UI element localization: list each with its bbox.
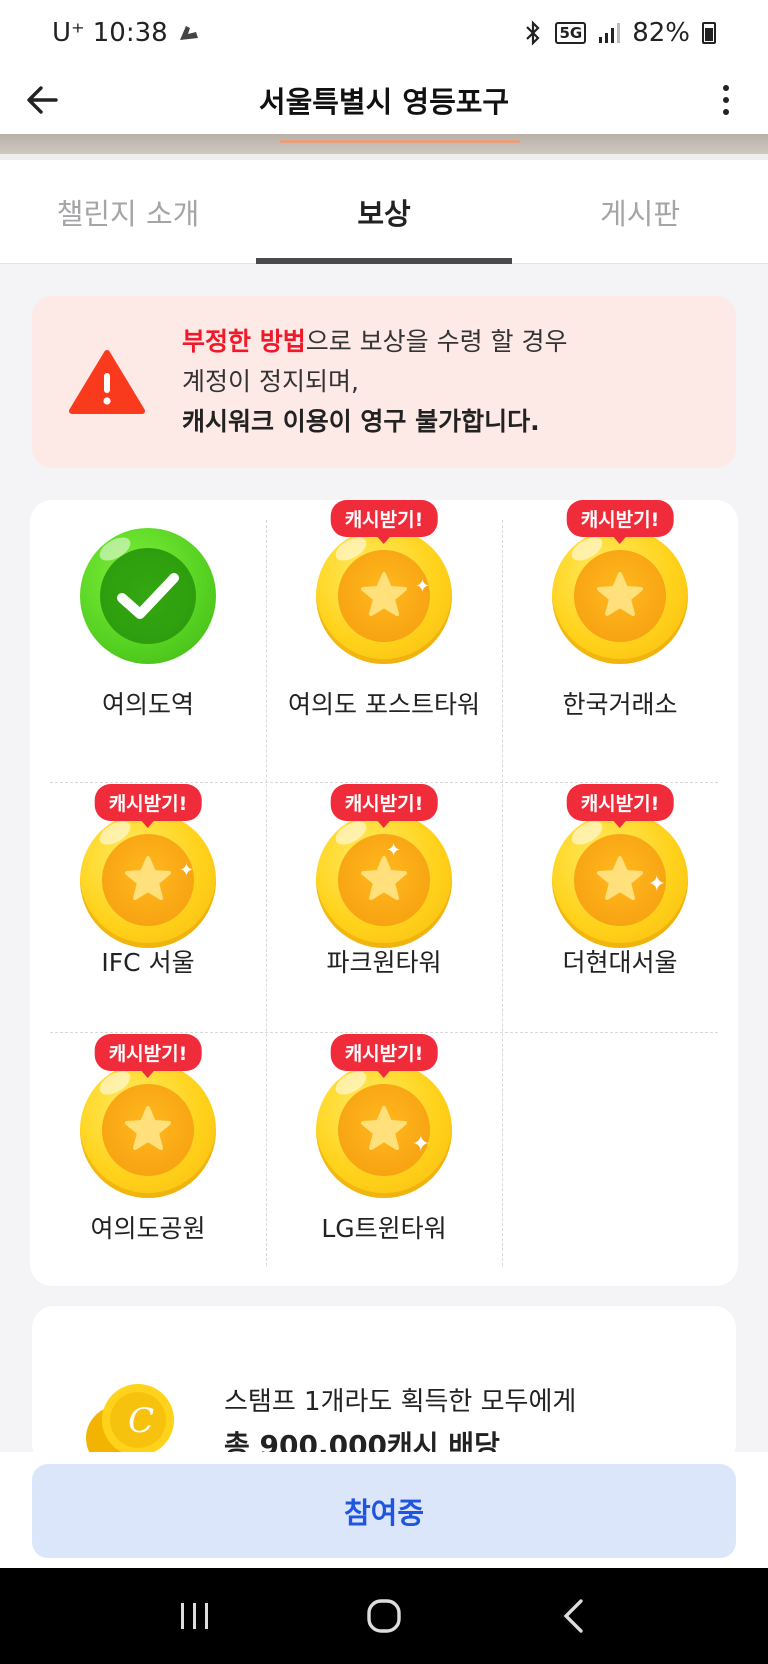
more-options-button[interactable]: [684, 66, 768, 134]
tab-bar: 챌린지 소개 보상 게시판: [0, 160, 768, 264]
home-button[interactable]: [354, 1586, 414, 1646]
star-coin-icon: ✦: [316, 1062, 452, 1198]
page-title: 서울특별시 영등포구: [258, 85, 510, 119]
sparkle-icon: ✦: [178, 860, 194, 881]
warning-line2: 계정이 정지되며,: [182, 367, 359, 396]
warning-banner: 부정한 방법으로 보상을 수령 할 경우 계정이 정지되며, 캐시워크 이용이 …: [32, 296, 736, 468]
recent-apps-icon: [180, 1603, 208, 1629]
bonus-line1: 스탬프 1개라도 획득한 모두에게: [224, 1387, 577, 1417]
stamp-label: LG트윈타워: [321, 1214, 447, 1243]
sparkle-icon: ✦: [414, 576, 430, 597]
warning-highlight: 부정한 방법: [182, 327, 306, 356]
star-coin-icon: ✦: [552, 812, 688, 948]
warning-text: 부정한 방법으로 보상을 수령 할 경우 계정이 정지되며, 캐시워크 이용이 …: [182, 322, 568, 442]
stamp-item[interactable]: 캐시받기! ✦ 더현대서울: [502, 784, 738, 1046]
system-nav-bar: [0, 1568, 768, 1664]
sparkle-icon: ✦: [647, 872, 666, 897]
status-bar: U⁺ 10:38 5G 82%: [0, 0, 768, 66]
status-right: 5G 82%: [523, 18, 716, 48]
clock: 10:38: [92, 18, 168, 48]
sparkle-icon: ✦: [386, 840, 402, 861]
star-coin-icon: ✦: [316, 528, 452, 664]
sparkle-icon: ✦: [411, 1132, 430, 1157]
cash-badge: 캐시받기!: [94, 784, 202, 828]
stamp-label: 한국거래소: [562, 690, 678, 719]
stamp-label: 여의도 포스트타워: [288, 690, 480, 719]
running-shoe-icon: [179, 26, 198, 40]
bonus-card: C 스탬프 1개라도 획득한 모두에게 총 900,000캐시 배당: [32, 1306, 736, 1466]
tab-board[interactable]: 게시판: [512, 160, 768, 263]
bottom-action-area: 참여중: [0, 1452, 768, 1568]
back-arrow-icon: [27, 86, 58, 114]
stamp-grid: 여의도역 캐시받기! ✦ 여의도 포스트타워 캐시받기! 한국거래소 캐시받기!…: [30, 500, 738, 1286]
participating-button[interactable]: 참여중: [32, 1464, 736, 1558]
cash-badge: 캐시받기!: [566, 500, 674, 544]
stamp-item[interactable]: 캐시받기! ✦ IFC 서울: [30, 784, 266, 1046]
stamp-item[interactable]: 캐시받기! 여의도공원: [30, 1034, 266, 1296]
stamp-item[interactable]: 여의도역: [30, 500, 266, 762]
network-type: 5G: [555, 22, 587, 44]
warning-line3: 캐시워크 이용이 영구 불가합니다.: [182, 407, 540, 436]
map-preview: [0, 134, 768, 160]
cash-badge: 캐시받기!: [330, 500, 438, 544]
back-button[interactable]: [0, 66, 84, 134]
star-coin-icon: ✦: [80, 812, 216, 948]
cash-badge: 캐시받기!: [330, 784, 438, 828]
carrier-label: U⁺: [52, 18, 85, 48]
stamp-item[interactable]: 캐시받기! ✦ 파크원타워: [266, 784, 502, 1046]
bluetooth-icon: [526, 20, 541, 46]
stamp-label: 여의도공원: [90, 1214, 206, 1243]
back-nav-button[interactable]: [543, 1586, 603, 1646]
signal-icon: [599, 23, 621, 43]
stamp-label: IFC 서울: [101, 948, 195, 977]
home-icon: [367, 1599, 401, 1633]
stamp-item[interactable]: 캐시받기! ✦ LG트윈타워: [266, 1034, 502, 1296]
stamp-item[interactable]: 캐시받기! ✦ 여의도 포스트타워: [266, 500, 502, 762]
cash-badge: 캐시받기!: [566, 784, 674, 828]
stamp-label: 여의도역: [101, 690, 194, 719]
stamp-label: 파크원타워: [326, 948, 442, 977]
cash-badge: 캐시받기!: [94, 1034, 202, 1078]
tab-rewards[interactable]: 보상: [256, 160, 512, 264]
battery-icon: [702, 22, 716, 44]
stamp-label: 더현대서울: [562, 948, 678, 977]
star-coin-icon: ✦: [316, 812, 452, 948]
battery-percent: 82%: [632, 18, 690, 48]
back-chevron-icon: [563, 1599, 584, 1633]
svg-text:C: C: [128, 1401, 154, 1441]
recent-apps-button[interactable]: [165, 1586, 225, 1646]
warning-line1: 으로 보상을 수령 할 경우: [305, 327, 568, 356]
checkmark-coin-icon: [80, 528, 216, 664]
stamp-item[interactable]: 캐시받기! 한국거래소: [502, 500, 738, 762]
more-vert-icon: [723, 82, 729, 118]
cash-badge: 캐시받기!: [330, 1034, 438, 1078]
grid-divider: [50, 782, 718, 783]
tab-challenge-intro[interactable]: 챌린지 소개: [0, 160, 256, 263]
warning-icon: [32, 349, 182, 415]
status-left: U⁺ 10:38: [52, 18, 202, 48]
app-bar: 서울특별시 영등포구: [0, 66, 768, 134]
star-coin-icon: [80, 1062, 216, 1198]
star-coin-icon: [552, 528, 688, 664]
